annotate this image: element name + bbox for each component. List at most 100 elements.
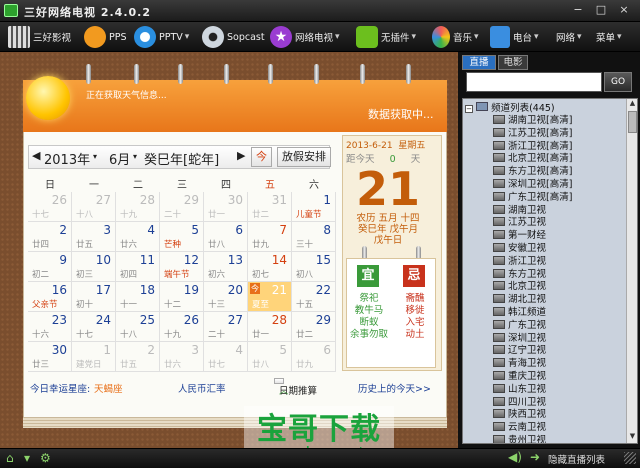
calendar-day-cell[interactable]: 29 廿二 <box>292 312 336 342</box>
calendar-day-cell[interactable]: 28 廿一 <box>248 312 292 342</box>
close-button[interactable]: × <box>614 2 634 18</box>
calendar-day-cell[interactable]: 19 十二 <box>160 282 204 312</box>
calendar-day-cell[interactable]: 9 初二 <box>28 252 72 282</box>
calendar-day-cell[interactable]: 5 廿八 <box>248 342 292 372</box>
channel-item[interactable]: 安徽卫视 <box>493 242 613 255</box>
next-month-icon[interactable]: ▶ <box>237 149 245 162</box>
channel-item[interactable]: 浙江卫视[高清] <box>493 140 613 153</box>
calendar-day-cell[interactable]: 27 十八 <box>72 192 116 222</box>
calendar-day-cell[interactable]: 13 初六 <box>204 252 248 282</box>
calendar-day-cell[interactable]: 10 初三 <box>72 252 116 282</box>
channel-item[interactable]: 广东卫视[高清] <box>493 191 613 204</box>
hide-list-button[interactable]: 隐藏直播列表 <box>548 452 605 466</box>
calendar-day-cell[interactable]: 17 初十 <box>72 282 116 312</box>
year-select[interactable]: 2013年 <box>44 149 90 168</box>
home-icon[interactable]: ⌂ <box>6 451 14 465</box>
calendar-day-cell[interactable]: 2 廿五 <box>116 342 160 372</box>
channel-item[interactable]: 北京卫视[高清] <box>493 152 613 165</box>
channel-item[interactable]: 深圳卫视 <box>493 332 613 345</box>
toolbar-item-sopcast[interactable]: Sopcast <box>202 25 265 49</box>
calendar-day-cell[interactable]: 30 廿三 <box>28 342 72 372</box>
channel-item[interactable]: 第一财经 <box>493 229 613 242</box>
toolbar-item-pptv[interactable]: PPTV ▾ <box>134 25 189 49</box>
calendar-day-cell[interactable]: 7 廿九 <box>248 222 292 252</box>
calendar-day-cell[interactable]: 11 初四 <box>116 252 160 282</box>
channel-item[interactable]: 东方卫视 <box>493 268 613 281</box>
prev-month-icon[interactable]: ◀ <box>32 149 40 162</box>
settings-icon[interactable]: ⚙ <box>40 451 51 465</box>
toolbar-item-webtv[interactable]: ★ 网络电视 ▾ <box>270 25 340 49</box>
channel-item[interactable]: 江苏卫视 <box>493 216 613 229</box>
channel-item[interactable]: 北京卫视 <box>493 280 613 293</box>
calendar-day-cell[interactable]: 4 廿七 <box>204 342 248 372</box>
calendar-day-cell[interactable]: 23 十六 <box>28 312 72 342</box>
channel-item[interactable]: 贵州卫视 <box>493 434 613 443</box>
calendar-day-cell[interactable]: 24 十七 <box>72 312 116 342</box>
calendar-day-cell[interactable]: 26 十七 <box>28 192 72 222</box>
toolbar-item-radio[interactable]: 电台 ▾ <box>490 25 539 49</box>
history-today-link[interactable]: 历史上的今天>> <box>358 381 431 395</box>
channel-item[interactable]: 浙江卫视 <box>493 255 613 268</box>
channel-item[interactable]: 重庆卫视 <box>493 370 613 383</box>
channel-item[interactable]: 深圳卫视[高清] <box>493 178 613 191</box>
calendar-day-cell[interactable]: 6 廿九 <box>292 342 336 372</box>
channel-scrollbar[interactable]: ▲ ▼ <box>626 99 637 443</box>
channel-item[interactable]: 湖南卫视[高清] <box>493 114 613 127</box>
channel-item[interactable]: 江苏卫视[高清] <box>493 127 613 140</box>
calendar-day-cell[interactable]: 16 父亲节 <box>28 282 72 312</box>
toolbar-item-pps[interactable]: PPS <box>84 25 127 49</box>
calendar-day-cell[interactable]: 3 廿六 <box>160 342 204 372</box>
channel-item[interactable]: 广东卫视 <box>493 319 613 332</box>
shirt-icon[interactable]: ▾ <box>24 451 30 465</box>
channel-item[interactable]: 青海卫视 <box>493 357 613 370</box>
search-input[interactable] <box>466 72 602 92</box>
month-select[interactable]: 6月 <box>109 149 130 168</box>
calendar-day-cell[interactable]: 26 十九 <box>160 312 204 342</box>
rmb-rate-link[interactable]: 人民币汇率 <box>178 381 226 395</box>
calendar-day-cell[interactable]: 18 十一 <box>116 282 160 312</box>
channel-item[interactable]: 东方卫视[高清] <box>493 165 613 178</box>
tab-live[interactable]: 直播 <box>462 55 496 70</box>
channel-root[interactable]: − 频道列表(445) <box>465 100 555 114</box>
channel-item[interactable]: 韩江频道 <box>493 306 613 319</box>
channel-item[interactable]: 山东卫视 <box>493 383 613 396</box>
calendar-day-cell[interactable]: 3 廿五 <box>72 222 116 252</box>
calendar-day-cell[interactable]: 31 廿二 <box>248 192 292 222</box>
date-calc-button[interactable]: 日期推算 ︿ <box>274 378 317 397</box>
calendar-day-cell[interactable]: 30 廿一 <box>204 192 248 222</box>
calendar-day-cell[interactable]: 8 三十 <box>292 222 336 252</box>
calendar-day-cell[interactable]: 27 二十 <box>204 312 248 342</box>
calendar-day-cell[interactable]: 1 儿童节 <box>292 192 336 222</box>
calendar-day-cell[interactable]: 29 二十 <box>160 192 204 222</box>
channel-item[interactable]: 云南卫视 <box>493 421 613 434</box>
calendar-day-cell[interactable]: 12 端午节 <box>160 252 204 282</box>
toolbar-item-network[interactable]: 网络 ▾ <box>556 25 582 49</box>
calendar-day-cell[interactable]: 25 十八 <box>116 312 160 342</box>
tab-movies[interactable]: 电影 <box>498 55 528 70</box>
calendar-day-cell[interactable]: 1 建党日 <box>72 342 116 372</box>
volume-icon[interactable]: ◀) <box>508 450 522 464</box>
toolbar-item-noplugin[interactable]: 无插件 ▾ <box>356 25 416 49</box>
calendar-day-cell[interactable]: 28 十九 <box>116 192 160 222</box>
lucky-star-value[interactable]: 天蝎座 <box>94 381 123 395</box>
calendar-day-cell[interactable]: 4 廿六 <box>116 222 160 252</box>
toolbar-item-music[interactable]: 音乐 ▾ <box>432 25 479 49</box>
calendar-day-cell[interactable]: 6 廿八 <box>204 222 248 252</box>
calendar-day-cell[interactable]: 21 夏至 今 <box>248 282 292 312</box>
calendar-day-cell[interactable]: 5 芒种 <box>160 222 204 252</box>
calendar-day-cell[interactable]: 15 初八 <box>292 252 336 282</box>
toolbar-item-sanhao[interactable]: 三好影视 <box>8 25 71 49</box>
maximize-button[interactable]: □ <box>591 2 611 18</box>
today-button[interactable]: 今 <box>251 147 272 167</box>
calendar-day-cell[interactable]: 14 初七 <box>248 252 292 282</box>
minimize-button[interactable]: − <box>568 2 588 18</box>
go-button[interactable]: GO <box>604 72 632 92</box>
toolbar-item-menu[interactable]: 菜单 ▾ <box>596 25 622 49</box>
calendar-day-cell[interactable]: 22 十五 <box>292 282 336 312</box>
holiday-button[interactable]: 放假安排 <box>277 147 331 167</box>
calendar-day-cell[interactable]: 2 廿四 <box>28 222 72 252</box>
channel-item[interactable]: 陕西卫视 <box>493 408 613 421</box>
channel-item[interactable]: 湖南卫视 <box>493 204 613 217</box>
resize-grip[interactable] <box>624 452 636 464</box>
calendar-day-cell[interactable]: 20 十三 <box>204 282 248 312</box>
